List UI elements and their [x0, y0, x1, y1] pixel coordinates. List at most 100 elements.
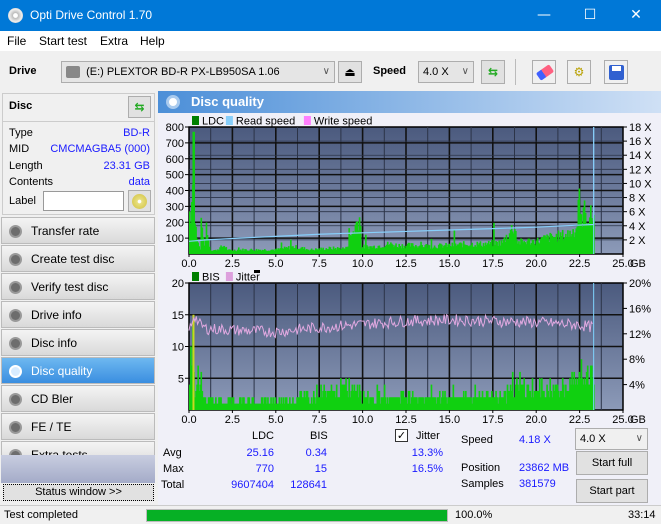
stats-total-label: Total [161, 479, 185, 491]
left-panel: Disc ⇆ Type BD-R MID CMCMAGBA5 (000) Len… [0, 91, 157, 505]
drive-label: Drive [9, 65, 37, 77]
progress-bar [146, 509, 448, 522]
close-button[interactable]: ✕ [613, 0, 659, 31]
jitter-checkbox[interactable]: ✓ [395, 429, 408, 442]
y-tick-label: 200 [166, 217, 184, 229]
x-tick-label: 5.0 [268, 258, 283, 270]
disc-icon [132, 194, 147, 209]
nav-fe-te[interactable]: FE / TE [1, 413, 155, 440]
x-tick-label: 0.0 [181, 258, 196, 270]
legend-swatch-bis [192, 272, 199, 281]
floppy-icon [609, 65, 624, 80]
status-text: Test completed [4, 509, 78, 521]
menu-start-test[interactable]: Start test [39, 34, 87, 48]
stats-max-ldc: 770 [255, 463, 274, 475]
drive-select-value: (E:) PLEXTOR BD-R PX-LB950SA 1.06 [86, 66, 280, 78]
minimize-button[interactable]: — [521, 0, 567, 31]
x-tick-label: 2.5 [225, 414, 240, 426]
nav-create-test-disc[interactable]: Create test disc [1, 245, 155, 272]
y2-tick-label: 8 X [629, 193, 646, 205]
test-speed-select[interactable]: 4.0 X ∨ [575, 428, 648, 450]
nav-disc-quality[interactable]: Disc quality [1, 357, 155, 384]
x-tick-label: 10.0 [352, 414, 373, 426]
y2-tick-label: 12% [629, 329, 651, 341]
title-bar: Opti Drive Control 1.70 — ☐ ✕ [0, 0, 661, 31]
menu-extra[interactable]: Extra [100, 34, 128, 48]
nav-verify-test-disc[interactable]: Verify test disc [1, 273, 155, 300]
legend-label-jitter: Jitter [236, 272, 260, 284]
legend-label-read-speed: Read speed [236, 116, 295, 128]
drive-select[interactable]: (E:) PLEXTOR BD-R PX-LB950SA 1.06 ∨ [61, 61, 335, 83]
speed-value: 4.18 X [519, 434, 551, 446]
x-tick-label: 12.5 [395, 258, 416, 270]
eraser-icon [535, 64, 555, 81]
disc-length-label: Length [9, 160, 43, 172]
erase-button[interactable] [532, 60, 556, 84]
disc-gear-icon [9, 309, 22, 322]
charts-area: LDC Read speed Write speed 100 200 300 400 500 6… [166, 116, 653, 427]
legend-label-write-speed: Write speed [314, 116, 373, 128]
nav-transfer-rate[interactable]: Transfer rate [1, 217, 155, 244]
nav-drive-info[interactable]: Drive info [1, 301, 155, 328]
y2-tick-label: 18 X [629, 122, 652, 134]
nav-cd-bler[interactable]: CD Bler [1, 385, 155, 412]
chevron-down-icon: ∨ [322, 66, 330, 77]
legend-swatch-write-speed [303, 116, 311, 125]
legend-label-ldc: LDC [202, 116, 224, 128]
disc-title: Disc [9, 100, 33, 112]
nav-label: Drive info [31, 308, 82, 322]
save-button[interactable] [604, 60, 628, 84]
y-tick-label: 800 [166, 122, 184, 134]
y-tick-label: 600 [166, 154, 184, 166]
disc-contents-label: Contents [9, 176, 54, 188]
speed-label: Speed [373, 65, 407, 77]
disc-gear-icon [9, 253, 22, 266]
menu-file[interactable]: File [7, 34, 26, 48]
chevron-down-icon: ∨ [461, 66, 469, 77]
settings-button[interactable]: ⚙ [567, 60, 591, 84]
x-tick-label: 22.5 [569, 258, 590, 270]
nav-disc-info[interactable]: Disc info [1, 329, 155, 356]
disc-refresh-button[interactable]: ⇆ [128, 96, 151, 118]
disc-info-box: Disc ⇆ Type BD-R MID CMCMAGBA5 (000) Len… [2, 93, 155, 215]
status-window-button[interactable]: Status window >> [3, 484, 154, 501]
eject-button[interactable]: ⏏ [338, 61, 362, 83]
toolbar: Drive (E:) PLEXTOR BD-R PX-LB950SA 1.06 … [0, 51, 661, 91]
disc-label-input[interactable] [43, 191, 124, 211]
speed-select[interactable]: 4.0 X ∨ [418, 61, 474, 83]
x-tick-label: 0.0 [181, 414, 196, 426]
stats-max-label: Max [163, 463, 184, 475]
stats-col-jitter: Jitter [416, 430, 440, 442]
y2-tick-label: 16% [629, 303, 651, 315]
position-value: 23862 MB [519, 462, 570, 474]
app-disc-icon [8, 8, 23, 23]
stats-avg-label: Avg [163, 447, 182, 459]
stats-total-bis: 128641 [290, 479, 327, 491]
elapsed-time: 33:14 [628, 509, 656, 521]
start-part-button[interactable]: Start part [576, 479, 648, 503]
refresh-button[interactable]: ⇆ [481, 60, 505, 84]
y-tick-label: 300 [166, 201, 184, 213]
legend-swatch-read-speed [225, 116, 233, 125]
menu-help[interactable]: Help [140, 34, 165, 48]
stats-total-ldc: 9607404 [231, 479, 274, 491]
menu-bar: File Start test Extra Help [0, 31, 661, 51]
y2-tick-label: 4% [629, 380, 645, 392]
window-title: Opti Drive Control 1.70 [30, 8, 153, 22]
speed-label: Speed [461, 434, 493, 446]
y2-tick-label: 8% [629, 354, 645, 366]
disc-label-button[interactable] [128, 190, 151, 212]
y-tick-label: 500 [166, 170, 184, 182]
y2-tick-label: 12 X [629, 164, 652, 176]
start-full-button[interactable]: Start full [576, 451, 648, 475]
disc-type-label: Type [9, 127, 33, 139]
nav-label: Verify test disc [31, 280, 109, 294]
legend-swatch-jitter [225, 272, 233, 281]
stats-col-ldc: LDC [252, 430, 275, 442]
maximize-button[interactable]: ☐ [567, 0, 613, 31]
nav-label: Transfer rate [31, 224, 100, 238]
x-tick-label: 15.0 [439, 414, 460, 426]
disc-mid-value: CMCMAGBA5 (000) [50, 143, 150, 155]
disc-label-label: Label [9, 195, 36, 207]
stats-avg-jitter: 13.3% [411, 447, 443, 459]
